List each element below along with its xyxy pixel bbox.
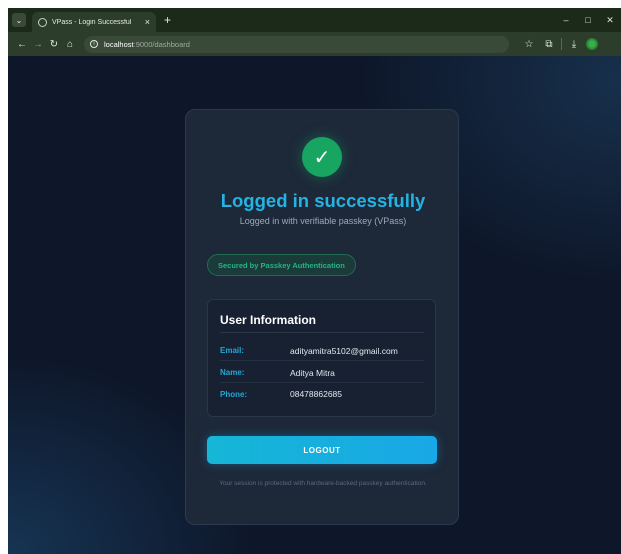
minimize-button[interactable]: – — [555, 15, 577, 25]
phone-value: 08478862685 — [290, 389, 343, 399]
email-value: adityamitra5102@gmail.com — [290, 345, 398, 356]
page-title: Logged in successfully — [220, 190, 426, 211]
window-controls: – □ ✕ — [555, 8, 621, 32]
page-subtitle: Logged in with verifiable passkey (VPass… — [239, 216, 407, 226]
browser-window: ⌄ VPass - Login Successful × + – □ ✕ ← →… — [8, 8, 621, 554]
info-row-email: Email: adityamitra5102@gmail.com — [220, 341, 424, 361]
back-icon[interactable]: ← — [14, 39, 30, 50]
star-icon[interactable]: ☆ — [521, 39, 537, 50]
url-text[interactable]: localhost:9000/dashboard — [104, 40, 190, 49]
close-window-button[interactable]: ✕ — [599, 15, 621, 26]
user-info-panel: User Information Email: adityamitra5102@… — [207, 299, 436, 417]
tab-search-icon[interactable]: ⌄ — [12, 13, 26, 27]
new-tab-button[interactable]: + — [164, 14, 171, 26]
toolbar-divider — [561, 38, 562, 50]
download-icon[interactable]: ⤓ — [566, 39, 582, 50]
tab-strip: ⌄ VPass - Login Successful × + – □ ✕ — [8, 8, 621, 32]
home-icon[interactable]: ⌂ — [62, 39, 78, 50]
session-note: Your session is protected with hardware-… — [219, 480, 427, 487]
address-bar[interactable]: i localhost:9000/dashboard — [84, 35, 509, 53]
user-info-heading: User Information — [220, 313, 317, 327]
divider — [220, 332, 424, 333]
name-value: Aditya Mitra — [290, 367, 335, 378]
phone-label: Phone: — [220, 389, 248, 399]
status-badge: Secured by Passkey Authentication — [207, 254, 356, 276]
tab-title: VPass - Login Successful — [52, 18, 132, 26]
logout-button[interactable]: LOGOUT — [207, 436, 437, 464]
page-viewport: ✓ Logged in successfully Logged in with … — [8, 56, 621, 554]
checkmark-icon: ✓ — [302, 137, 342, 177]
info-row-name: Name: Aditya Mitra — [220, 363, 424, 383]
reload-icon[interactable]: ↻ — [46, 39, 62, 50]
forward-icon[interactable]: → — [30, 39, 46, 50]
tab-close-icon[interactable]: × — [145, 17, 150, 27]
profile-icon[interactable] — [586, 38, 598, 50]
extensions-icon[interactable]: ⧉ — [541, 39, 557, 50]
email-label: Email: — [220, 346, 245, 355]
maximize-button[interactable]: □ — [577, 15, 599, 25]
name-label: Name: — [220, 368, 245, 377]
browser-toolbar: ← → ↻ ⌂ i localhost:9000/dashboard ☆ ⧉ ⤓ — [8, 32, 621, 56]
globe-icon — [38, 17, 47, 27]
tab-active[interactable]: VPass - Login Successful × — [32, 12, 156, 32]
login-success-card: ✓ Logged in successfully Logged in with … — [185, 109, 459, 525]
info-row-phone: Phone: 08478862685 — [220, 384, 424, 404]
toolbar-actions: ☆ ⧉ ⤓ — [521, 38, 598, 50]
site-info-icon[interactable]: i — [90, 40, 98, 48]
